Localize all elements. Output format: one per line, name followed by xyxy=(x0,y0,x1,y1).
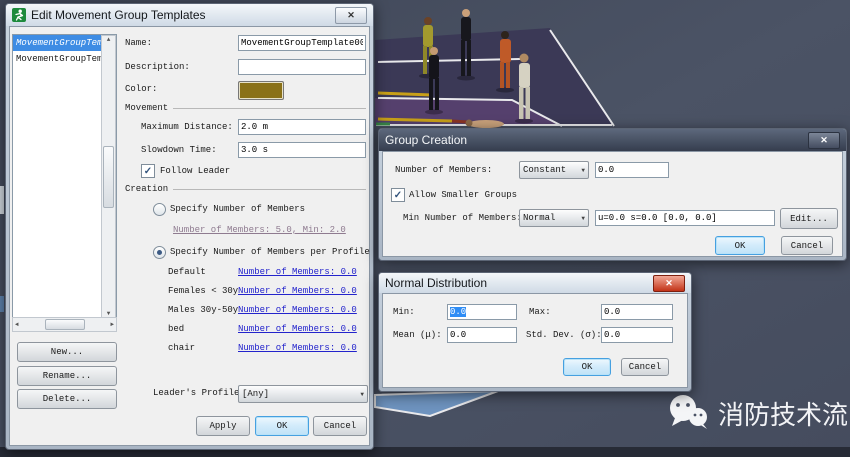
movement-section-header: Movement xyxy=(125,103,366,113)
leader-profile-dropdown[interactable]: [Any] ▼ xyxy=(238,385,368,403)
dialog-title: Edit Movement Group Templates xyxy=(31,8,330,22)
edit-button[interactable]: Edit... xyxy=(780,208,838,229)
creation-section-header: Creation xyxy=(125,184,366,194)
profile-members-link[interactable]: Number of Members: 0.0 xyxy=(238,286,357,296)
profile-name: bed xyxy=(168,324,184,334)
apply-button[interactable]: Apply xyxy=(196,416,250,436)
profile-members-link[interactable]: Number of Members: 0.0 xyxy=(238,305,357,315)
leader-profile-label: Leader's Profile: xyxy=(153,388,245,398)
edit-movement-group-templates-dialog: Edit Movement Group Templates ✕ Movement… xyxy=(5,3,374,450)
std-dev-label: Std. Dev. (σ): xyxy=(526,330,602,340)
group-creation-dialog: Group Creation ✕ Number of Members: Cons… xyxy=(378,128,847,261)
chevron-down-icon: ▼ xyxy=(581,167,585,174)
max-distance-input[interactable] xyxy=(238,119,366,135)
rename-button[interactable]: Rename... xyxy=(17,366,117,386)
scroll-up-icon[interactable]: ▲ xyxy=(105,36,113,43)
members-mode-dropdown[interactable]: Constant ▼ xyxy=(519,161,589,179)
cancel-button[interactable]: Cancel xyxy=(781,236,833,255)
allow-smaller-groups-label: Allow Smaller Groups xyxy=(409,190,517,200)
follow-leader-label: Follow Leader xyxy=(160,166,230,176)
dialog-body: Min: 0.0 Max: Mean (μ): Std. Dev. (σ): O… xyxy=(382,293,688,388)
list-item[interactable]: MovementGroupTem xyxy=(13,51,103,67)
chevron-down-icon: ▼ xyxy=(581,215,585,222)
vertical-scrollbar[interactable]: ▲ ▼ xyxy=(101,35,116,318)
ok-button[interactable]: OK xyxy=(715,236,765,255)
profile-members-link[interactable]: Number of Members: 0.0 xyxy=(238,267,357,277)
edge-sliver xyxy=(0,296,4,312)
mean-label: Mean (μ): xyxy=(393,330,442,340)
max-label: Max: xyxy=(529,307,551,317)
close-icon[interactable]: ✕ xyxy=(653,275,685,292)
scroll-down-icon[interactable]: ▼ xyxy=(105,310,113,317)
edge-sliver xyxy=(0,186,4,214)
cancel-button[interactable]: Cancel xyxy=(313,416,367,436)
members-value-input[interactable] xyxy=(595,162,669,178)
specify-per-profile-label: Specify Number of Members per Profile xyxy=(170,247,370,257)
horizontal-scrollbar[interactable]: ◄ ► xyxy=(12,317,117,332)
color-label: Color: xyxy=(125,84,157,94)
follow-leader-checkbox[interactable]: ✓ xyxy=(141,164,155,178)
profile-members-link[interactable]: Number of Members: 0.0 xyxy=(238,324,357,334)
watermark: 消防技术流 xyxy=(668,394,848,432)
slowdown-time-input[interactable] xyxy=(238,142,366,158)
check-icon: ✓ xyxy=(144,166,152,177)
dialog-titlebar[interactable]: Group Creation ✕ xyxy=(379,129,846,151)
new-button[interactable]: New... xyxy=(17,342,117,362)
scrollbar-thumb[interactable] xyxy=(103,146,114,208)
screen: 消防技术流 Edit Movement Group Templates ✕ Mo… xyxy=(0,0,850,457)
normal-distribution-dialog: Normal Distribution ✕ Min: 0.0 Max: Mean… xyxy=(378,272,692,392)
slowdown-time-label: Slowdown Time: xyxy=(141,145,217,155)
wechat-icon xyxy=(668,394,710,432)
min-members-mode-dropdown[interactable]: Normal ▼ xyxy=(519,209,589,227)
members-summary-link[interactable]: Number of Members: 5.0, Min: 2.0 xyxy=(173,225,346,235)
profile-members-link[interactable]: Number of Members: 0.0 xyxy=(238,343,357,353)
scroll-right-icon[interactable]: ► xyxy=(108,321,116,328)
close-icon[interactable]: ✕ xyxy=(335,7,367,24)
profile-name: chair xyxy=(168,343,195,353)
delete-button[interactable]: Delete... xyxy=(17,389,117,409)
check-icon: ✓ xyxy=(394,190,402,201)
name-label: Name: xyxy=(125,38,152,48)
profile-name: Default xyxy=(168,267,206,277)
specify-members-label: Specify Number of Members xyxy=(170,204,305,214)
dialog-title: Normal Distribution xyxy=(385,276,648,290)
name-input[interactable] xyxy=(238,35,366,51)
list-item[interactable]: MovementGroupTem xyxy=(13,35,103,51)
max-distance-label: Maximum Distance: xyxy=(141,122,233,132)
dialog-titlebar[interactable]: Edit Movement Group Templates ✕ xyxy=(6,4,373,26)
dialog-titlebar[interactable]: Normal Distribution ✕ xyxy=(379,273,691,293)
profile-name: Males 30y-50y xyxy=(168,305,238,315)
std-dev-input[interactable] xyxy=(601,327,673,343)
watermark-text: 消防技术流 xyxy=(718,395,848,432)
mean-input[interactable] xyxy=(447,327,517,343)
scrollbar-thumb[interactable] xyxy=(45,319,85,330)
specify-per-profile-radio[interactable] xyxy=(153,246,166,259)
allow-smaller-groups-checkbox[interactable]: ✓ xyxy=(391,188,405,202)
profile-name: Females < 30y xyxy=(168,286,238,296)
description-input[interactable] xyxy=(238,59,366,75)
dialog-body: Number of Members: Constant ▼ ✓ Allow Sm… xyxy=(382,151,843,257)
chevron-down-icon: ▼ xyxy=(360,391,364,398)
min-members-distribution-input[interactable] xyxy=(595,210,775,226)
pathfinder-runner-icon xyxy=(12,8,26,22)
cancel-button[interactable]: Cancel xyxy=(621,358,669,376)
template-list: MovementGroupTem MovementGroupTem ▲ ▼ xyxy=(12,34,117,319)
ok-button[interactable]: OK xyxy=(563,358,611,376)
color-swatch-button[interactable] xyxy=(238,81,284,100)
specify-members-radio[interactable] xyxy=(153,203,166,216)
min-input[interactable]: 0.0 xyxy=(447,304,517,320)
number-of-members-label: Number of Members: xyxy=(395,165,492,175)
scroll-left-icon[interactable]: ◄ xyxy=(13,321,21,328)
min-members-label: Min Number of Members: xyxy=(403,213,522,223)
close-icon[interactable]: ✕ xyxy=(808,132,840,149)
max-input[interactable] xyxy=(601,304,673,320)
dialog-title: Group Creation xyxy=(385,133,803,147)
selected-text: 0.0 xyxy=(450,307,466,317)
min-label: Min: xyxy=(393,307,415,317)
description-label: Description: xyxy=(125,62,190,72)
ok-button[interactable]: OK xyxy=(255,416,309,436)
dialog-body: MovementGroupTem MovementGroupTem ▲ ▼ ◄ … xyxy=(9,26,370,446)
